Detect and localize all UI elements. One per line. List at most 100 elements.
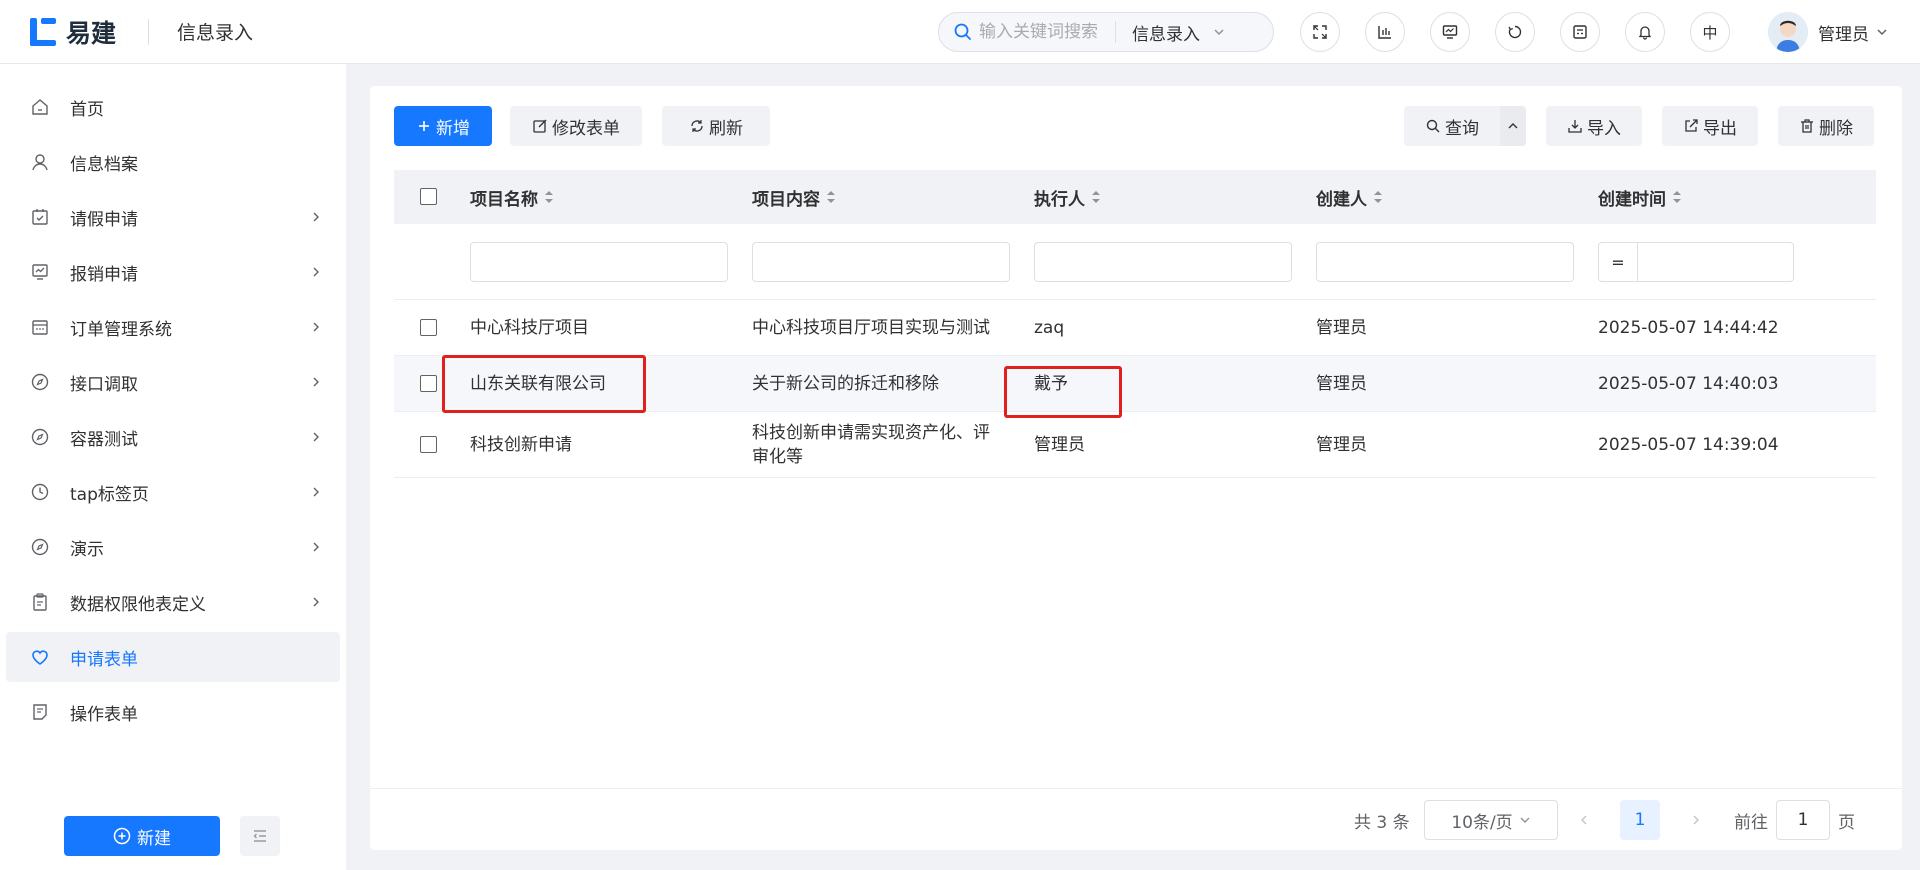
fullscreen-button[interactable] bbox=[1300, 12, 1340, 52]
pagination-total: 共 3 条 bbox=[1354, 813, 1410, 833]
next-page-button[interactable] bbox=[1676, 800, 1716, 840]
column-header-executor[interactable]: 执行人 bbox=[1034, 170, 1101, 224]
add-button[interactable]: 新增 bbox=[394, 106, 492, 146]
page-title: 信息录入 bbox=[177, 22, 254, 44]
logo-mark-icon bbox=[30, 17, 56, 46]
sidebar-new-button[interactable]: 新建 bbox=[64, 816, 220, 856]
avatar bbox=[1768, 12, 1808, 52]
column-header-label: 执行人 bbox=[1034, 189, 1085, 210]
sidebar-item-leave[interactable]: 请假申请 bbox=[6, 192, 340, 242]
page-suffix-label: 页 bbox=[1838, 813, 1855, 833]
stats-button[interactable] bbox=[1365, 12, 1405, 52]
search-input[interactable] bbox=[979, 22, 1107, 42]
sidebar-item-api[interactable]: 接口调取 bbox=[6, 357, 340, 407]
sidebar-item-tap-tabs[interactable]: tap标签页 bbox=[6, 467, 340, 517]
edit-form-button[interactable]: 修改表单 bbox=[510, 106, 642, 146]
query-button[interactable]: 查询 bbox=[1404, 106, 1500, 146]
refresh-cycle-button[interactable] bbox=[1495, 12, 1535, 52]
filter-operator-select[interactable]: = bbox=[1598, 242, 1638, 282]
page-number-current[interactable]: 1 bbox=[1620, 800, 1660, 840]
global-search[interactable]: 信息录入 bbox=[938, 12, 1274, 52]
highlight-box-executor bbox=[1004, 366, 1122, 418]
cell-content: 中心科技项目厅项目实现与测试 bbox=[752, 318, 990, 338]
sort-icon[interactable] bbox=[1672, 190, 1682, 204]
bar-chart-icon bbox=[1378, 26, 1391, 39]
sidebar-item-reimbursement[interactable]: 报销申请 bbox=[6, 247, 340, 297]
language-button[interactable]: 中 bbox=[1690, 12, 1730, 52]
sidebar-item-container-test[interactable]: 容器测试 bbox=[6, 412, 340, 462]
query-collapse-toggle[interactable] bbox=[1500, 106, 1526, 146]
calendar-check-icon bbox=[32, 209, 48, 225]
heart-icon bbox=[32, 650, 48, 665]
goto-label: 前往 bbox=[1734, 813, 1768, 833]
fullscreen-icon bbox=[1313, 25, 1327, 39]
row-checkbox[interactable] bbox=[420, 375, 437, 392]
filter-name-input[interactable] bbox=[470, 242, 728, 282]
import-button-label: 导入 bbox=[1587, 118, 1621, 139]
sort-icon[interactable] bbox=[1373, 190, 1383, 204]
sidebar-item-data-permission[interactable]: 数据权限他表定义 bbox=[6, 577, 340, 627]
pagination-divider bbox=[370, 788, 1902, 789]
chevron-right-icon bbox=[1693, 815, 1699, 825]
column-header-content[interactable]: 项目内容 bbox=[752, 170, 836, 224]
column-header-creator[interactable]: 创建人 bbox=[1316, 170, 1383, 224]
row-checkbox[interactable] bbox=[420, 319, 437, 336]
notification-button[interactable] bbox=[1625, 12, 1665, 52]
sidebar-item-operation-form[interactable]: 操作表单 bbox=[6, 687, 340, 737]
monitor-button[interactable] bbox=[1430, 12, 1470, 52]
column-header-label: 创建人 bbox=[1316, 189, 1367, 210]
sidebar-item-label: tap标签页 bbox=[70, 484, 149, 505]
cell-executor: 管理员 bbox=[1034, 435, 1085, 455]
calculator-icon bbox=[1573, 25, 1587, 39]
chevron-down-icon[interactable] bbox=[1212, 25, 1226, 39]
delete-button[interactable]: 删除 bbox=[1778, 106, 1874, 146]
filter-content-input[interactable] bbox=[752, 242, 1010, 282]
page-number-label: 1 bbox=[1634, 810, 1646, 830]
query-button-label: 查询 bbox=[1445, 118, 1479, 139]
sidebar-item-label: 报销申请 bbox=[70, 264, 138, 285]
select-all-checkbox[interactable] bbox=[420, 188, 437, 205]
column-header-label: 项目名称 bbox=[470, 189, 538, 210]
search-scope-select[interactable]: 信息录入 bbox=[1132, 20, 1200, 45]
sidebar-item-application-form[interactable]: 申请表单 bbox=[6, 632, 340, 682]
calculator-button[interactable] bbox=[1560, 12, 1600, 52]
chevron-left-icon bbox=[1581, 815, 1587, 825]
filter-executor-input[interactable] bbox=[1034, 242, 1292, 282]
filter-creator-input[interactable] bbox=[1316, 242, 1574, 282]
sort-icon[interactable] bbox=[544, 190, 554, 204]
language-label: 中 bbox=[1702, 23, 1718, 42]
clock-icon bbox=[31, 483, 49, 501]
home-icon bbox=[32, 99, 48, 115]
row-checkbox[interactable] bbox=[420, 436, 437, 453]
app-logo[interactable]: 易建 bbox=[30, 0, 116, 64]
avatar-person-icon bbox=[1768, 12, 1808, 52]
sidebar-item-label: 容器测试 bbox=[70, 429, 138, 450]
chevron-right-icon bbox=[313, 377, 319, 387]
table-row[interactable]: 科技创新申请 科技创新申请需实现资产化、评 审化等 管理员 管理员 2025-0… bbox=[394, 412, 1876, 478]
import-button[interactable]: 导入 bbox=[1546, 106, 1642, 146]
column-header-created-time[interactable]: 创建时间 bbox=[1598, 170, 1682, 224]
sidebar-item-home[interactable]: 首页 bbox=[6, 82, 340, 132]
column-header-name[interactable]: 项目名称 bbox=[470, 170, 554, 224]
export-button[interactable]: 导出 bbox=[1662, 106, 1758, 146]
page-size-select[interactable]: 10条/页 bbox=[1424, 800, 1558, 840]
collapse-sidebar-button[interactable] bbox=[240, 816, 280, 856]
filter-created-time-input[interactable] bbox=[1637, 242, 1794, 282]
sidebar-item-orders[interactable]: 订单管理系统 bbox=[6, 302, 340, 352]
chevron-up-icon bbox=[1508, 123, 1518, 129]
sidebar-item-demo[interactable]: 演示 bbox=[6, 522, 340, 572]
sidebar-item-info-archive[interactable]: 信息档案 bbox=[6, 137, 340, 187]
table-row[interactable]: 中心科技厅项目 中心科技项目厅项目实现与测试 zaq 管理员 2025-05-0… bbox=[394, 300, 1876, 356]
user-menu[interactable]: 管理员 bbox=[1768, 12, 1889, 52]
cell-content-line: 科技创新申请需实现资产化、评 bbox=[752, 423, 990, 443]
prev-page-button[interactable] bbox=[1564, 800, 1604, 840]
monitor-icon bbox=[1442, 25, 1458, 39]
sort-icon[interactable] bbox=[1091, 190, 1101, 204]
sidebar-item-label: 接口调取 bbox=[70, 374, 138, 395]
chevron-right-icon bbox=[313, 212, 319, 222]
sort-icon[interactable] bbox=[826, 190, 836, 204]
cell-created-time: 2025-05-07 14:44:42 bbox=[1598, 318, 1779, 338]
cell-created-time: 2025-05-07 14:40:03 bbox=[1598, 374, 1779, 394]
goto-page-input[interactable] bbox=[1776, 800, 1830, 840]
refresh-button[interactable]: 刷新 bbox=[662, 106, 770, 146]
